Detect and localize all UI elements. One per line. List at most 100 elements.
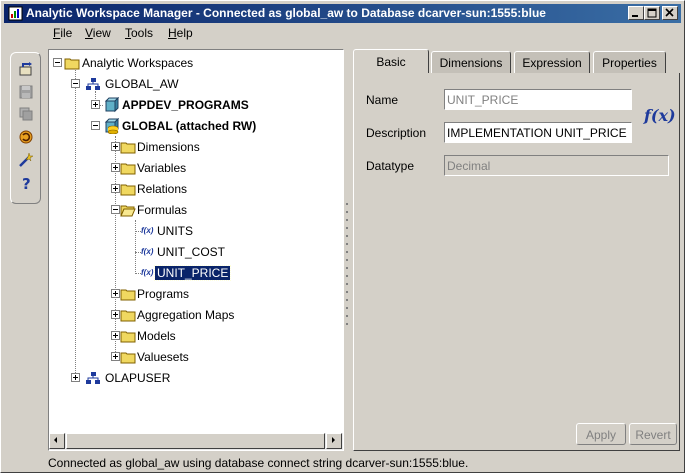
- tree-node-formulas[interactable]: Formulas: [111, 201, 311, 219]
- open-folder-icon: [120, 205, 136, 217]
- schema-icon: [86, 372, 100, 384]
- tree-node-global-aw[interactable]: GLOBAL_AW: [71, 75, 271, 93]
- tab-properties[interactable]: Properties: [593, 51, 666, 73]
- tree-label: Programs: [137, 287, 190, 301]
- apply-button[interactable]: Apply: [576, 423, 626, 445]
- attached-workspace-icon: [104, 118, 119, 134]
- description-field[interactable]: IMPLEMENTATION UNIT_PRICE I: [444, 122, 632, 143]
- arrow-right-icon: [332, 437, 335, 443]
- scroll-thumb[interactable]: [66, 433, 325, 449]
- collapse-toggle[interactable]: [111, 205, 120, 214]
- refresh-icon[interactable]: [18, 129, 34, 145]
- collapse-toggle[interactable]: [91, 121, 100, 130]
- workspace-icon: [104, 97, 119, 113]
- close-icon: [665, 8, 674, 17]
- tree-node-valuesets[interactable]: Valuesets: [111, 348, 311, 366]
- tree-label-selected: UNIT_PRICE: [153, 265, 232, 281]
- tree-label: APPDEV_PROGRAMS: [122, 98, 249, 112]
- workspace-tree: Analytic Workspaces GLOBAL_AW APPDEV_PRO…: [49, 50, 343, 433]
- tree-node-variables[interactable]: Variables: [111, 159, 311, 177]
- folder-icon: [120, 352, 136, 364]
- scroll-right-button[interactable]: [326, 433, 342, 449]
- tree-horizontal-scrollbar[interactable]: [49, 433, 343, 450]
- description-label: Description: [366, 126, 427, 140]
- tree-label: OLAPUSER: [105, 371, 171, 385]
- scroll-left-button[interactable]: [49, 433, 65, 449]
- folder-icon: [120, 310, 136, 322]
- tree-node-models[interactable]: Models: [111, 327, 311, 345]
- tree-label: UNIT_COST: [157, 245, 226, 259]
- tab-expression[interactable]: Expression: [514, 51, 590, 73]
- maximize-button[interactable]: [644, 6, 660, 20]
- formula-fx-icon: f(x): [644, 106, 676, 125]
- maximize-icon: [647, 8, 657, 18]
- tree-label: GLOBAL (attached RW): [122, 119, 257, 133]
- tree-label: Analytic Workspaces: [82, 56, 194, 70]
- menu-view[interactable]: View: [85, 26, 111, 40]
- menu-help[interactable]: Help: [168, 26, 193, 40]
- tree-node-dimensions[interactable]: Dimensions: [111, 138, 311, 156]
- folder-icon: [120, 142, 136, 154]
- connect-icon[interactable]: [18, 61, 34, 77]
- datatype-field[interactable]: Decimal: [444, 155, 669, 176]
- tree-label: Formulas: [137, 203, 188, 217]
- tree-node-programs[interactable]: Programs: [111, 285, 311, 303]
- folder-icon: [64, 58, 80, 70]
- expand-toggle[interactable]: [111, 289, 120, 298]
- tree-node-units[interactable]: f(x) UNITS: [141, 222, 321, 240]
- tree-node-analytic-workspaces[interactable]: Analytic Workspaces: [53, 54, 253, 72]
- expand-toggle[interactable]: [91, 100, 100, 109]
- minimize-button[interactable]: [628, 6, 644, 20]
- name-field[interactable]: UNIT_PRICE: [444, 89, 632, 110]
- menu-tools[interactable]: Tools: [125, 26, 153, 40]
- tree-label: Relations: [137, 182, 188, 196]
- tab-basic[interactable]: Basic: [353, 49, 429, 73]
- main-window: Analytic Workspace Manager - Connected a…: [0, 0, 685, 473]
- expand-toggle[interactable]: [111, 352, 120, 361]
- help-icon[interactable]: ?: [18, 175, 34, 191]
- revert-button[interactable]: Revert: [629, 423, 677, 445]
- folder-icon: [120, 331, 136, 343]
- window-title: Analytic Workspace Manager - Connected a…: [26, 6, 546, 20]
- folder-icon: [120, 289, 136, 301]
- expand-toggle[interactable]: [111, 331, 120, 340]
- tree-node-appdev-programs[interactable]: APPDEV_PROGRAMS: [91, 96, 311, 114]
- tree-node-unit-cost[interactable]: f(x) UNIT_COST: [141, 243, 321, 261]
- splitter-handle[interactable]: [345, 201, 349, 331]
- tree-label: Dimensions: [137, 140, 200, 154]
- copy-icon[interactable]: [18, 106, 34, 122]
- expand-toggle[interactable]: [111, 142, 120, 151]
- expand-toggle[interactable]: [71, 373, 80, 382]
- tree-node-olapuser[interactable]: OLAPUSER: [71, 369, 271, 387]
- arrow-left-icon: [54, 437, 57, 443]
- tab-dimensions[interactable]: Dimensions: [431, 51, 511, 73]
- close-button[interactable]: [662, 6, 678, 20]
- tree-node-relations[interactable]: Relations: [111, 180, 311, 198]
- expand-toggle[interactable]: [111, 163, 120, 172]
- folder-icon: [120, 184, 136, 196]
- tree-label: Variables: [137, 161, 187, 175]
- minimize-icon: [632, 15, 638, 17]
- expand-toggle[interactable]: [111, 184, 120, 193]
- app-icon: [8, 6, 23, 21]
- tree-label: GLOBAL_AW: [105, 77, 179, 91]
- tree-node-global-attached[interactable]: GLOBAL (attached RW): [91, 117, 321, 135]
- schema-icon: [86, 78, 100, 90]
- collapse-toggle[interactable]: [53, 58, 62, 67]
- basic-properties-panel: Name UNIT_PRICE f(x) Description IMPLEME…: [353, 73, 680, 451]
- name-label: Name: [366, 93, 399, 107]
- title-bar[interactable]: Analytic Workspace Manager - Connected a…: [4, 4, 681, 23]
- wizard-icon[interactable]: [18, 152, 34, 168]
- workspace-tree-panel: Analytic Workspaces GLOBAL_AW APPDEV_PRO…: [48, 49, 344, 451]
- collapse-toggle[interactable]: [71, 79, 80, 88]
- tree-node-unit-price[interactable]: f(x) UNIT_PRICE: [141, 264, 321, 282]
- tree-label: UNITS: [157, 224, 193, 238]
- status-bar: Connected as global_aw using database co…: [48, 456, 469, 470]
- tree-node-aggregation-maps[interactable]: Aggregation Maps: [111, 306, 311, 324]
- save-icon[interactable]: [18, 84, 34, 100]
- menu-file[interactable]: File: [53, 26, 72, 40]
- tree-label: Valuesets: [137, 350, 189, 364]
- menu-bar: File View Tools Help: [4, 24, 681, 44]
- expand-toggle[interactable]: [111, 310, 120, 319]
- folder-icon: [120, 163, 136, 175]
